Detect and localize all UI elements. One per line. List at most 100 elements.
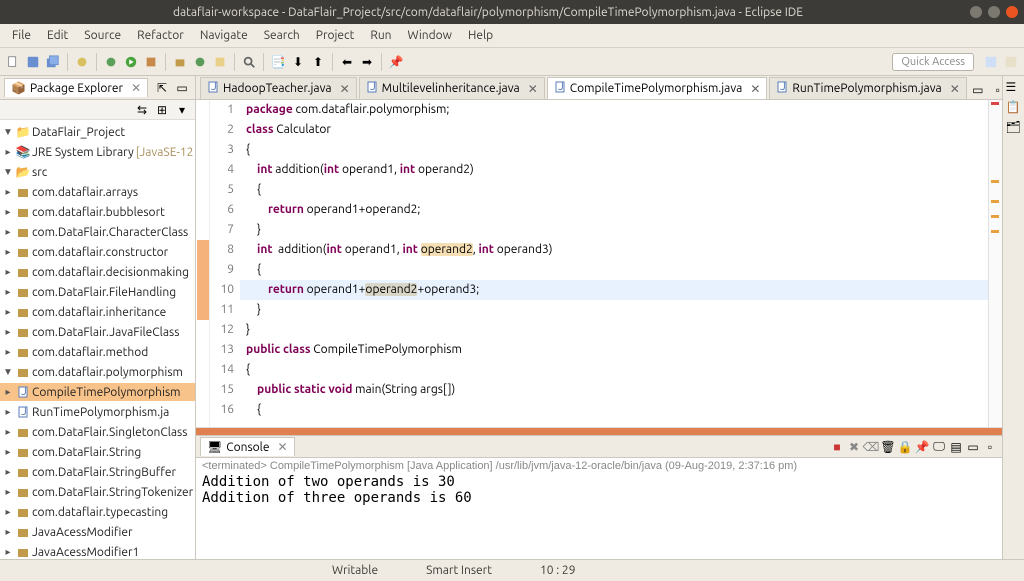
tree-item[interactable]: ▸com.DataFlair.String bbox=[0, 443, 195, 461]
close-icon[interactable]: ✕ bbox=[277, 440, 287, 454]
outline-button[interactable]: 🗂 bbox=[1006, 120, 1022, 136]
new-class-button[interactable] bbox=[191, 53, 209, 71]
new-button[interactable] bbox=[4, 53, 22, 71]
coverage-button[interactable] bbox=[142, 53, 160, 71]
overview-warn-marker[interactable] bbox=[991, 200, 999, 203]
prev-annotation-button[interactable]: ⬆ bbox=[309, 53, 327, 71]
task-list-button[interactable]: 📋 bbox=[1006, 100, 1022, 116]
link-editor-button[interactable]: ⇆ bbox=[133, 101, 151, 119]
back-button[interactable]: ⬅ bbox=[338, 53, 356, 71]
clear-console-button[interactable]: 🗑 bbox=[880, 439, 896, 455]
tree-item[interactable]: ▸JavaAcessModifier1 bbox=[0, 543, 195, 559]
editor-max-button[interactable]: ▭ bbox=[969, 81, 987, 99]
tree-item[interactable]: ▸com.dataflair.constructor bbox=[0, 243, 195, 261]
code-editor[interactable]: 12345678910111213141516 package com.data… bbox=[196, 100, 1002, 427]
editor-tab[interactable]: JCompileTimePolymorphism.java✕ bbox=[547, 77, 768, 99]
tree-item[interactable]: ▸com.DataFlair.StringTokenizer bbox=[0, 483, 195, 501]
open-console-button[interactable]: ▤ bbox=[948, 439, 964, 455]
horizontal-scrollbar[interactable] bbox=[196, 427, 1002, 435]
save-button[interactable] bbox=[24, 53, 42, 71]
overview-warn-marker[interactable] bbox=[991, 215, 999, 218]
editor-tab[interactable]: JHadoopTeacher.java✕ bbox=[200, 77, 357, 99]
tree-item[interactable]: ▸com.dataflair.method bbox=[0, 343, 195, 361]
tree-item[interactable]: ▸📚JRE System Library [JavaSE-12 bbox=[0, 143, 195, 161]
package-icon bbox=[16, 465, 30, 479]
project-icon: 📁 bbox=[16, 125, 30, 139]
debug-button[interactable] bbox=[102, 53, 120, 71]
tree-item[interactable]: ▸com.dataflair.typecasting bbox=[0, 503, 195, 521]
close-icon[interactable]: ✕ bbox=[528, 82, 538, 96]
menu-file[interactable]: File bbox=[4, 26, 39, 45]
forward-button[interactable]: ➡ bbox=[358, 53, 376, 71]
pin-button[interactable]: 📌 bbox=[387, 53, 405, 71]
package-explorer-tab[interactable]: 📦 Package Explorer ✕ bbox=[4, 78, 148, 97]
tree-item[interactable]: ▸com.DataFlair.StringBuffer bbox=[0, 463, 195, 481]
console-max-button[interactable]: ▫ bbox=[982, 439, 998, 455]
tree-item[interactable]: ▸JRunTimePolymorphism.ja bbox=[0, 403, 195, 421]
menu-help[interactable]: Help bbox=[460, 26, 501, 45]
tree-item[interactable]: ▼📁DataFlair_Project bbox=[0, 123, 195, 141]
tree-item[interactable]: ▸JCompileTimePolymorphism bbox=[0, 383, 195, 401]
tree-item[interactable]: ▸JavaAcessModifier bbox=[0, 523, 195, 541]
open-task-button[interactable] bbox=[211, 53, 229, 71]
window-minimize-button[interactable] bbox=[970, 6, 982, 18]
close-icon[interactable]: ✕ bbox=[340, 82, 350, 96]
new-package-button[interactable] bbox=[171, 53, 189, 71]
save-all-button[interactable] bbox=[44, 53, 62, 71]
quick-access-field[interactable]: Quick Access bbox=[892, 53, 974, 71]
menu-window[interactable]: Window bbox=[400, 26, 460, 45]
tree-item[interactable]: ▼com.dataflair.polymorphism bbox=[0, 363, 195, 381]
toggle-mark-button[interactable]: 📑 bbox=[269, 53, 287, 71]
close-icon[interactable]: ✕ bbox=[950, 82, 960, 96]
editor-tab[interactable]: JRunTimePolymorphism.java✕ bbox=[769, 77, 966, 99]
tree-item[interactable]: ▸com.DataFlair.JavaFileClass bbox=[0, 323, 195, 341]
overview-warn-marker[interactable] bbox=[991, 230, 999, 233]
window-close-button[interactable] bbox=[1006, 6, 1018, 18]
view-menu-button[interactable]: ▾ bbox=[173, 101, 191, 119]
overview-error-marker[interactable] bbox=[991, 102, 999, 105]
menu-source[interactable]: Source bbox=[76, 26, 129, 45]
tree-item[interactable]: ▸com.dataflair.bubblesort bbox=[0, 203, 195, 221]
code-content[interactable]: package com.dataflair.polymorphism;class… bbox=[240, 100, 988, 427]
menu-navigate[interactable]: Navigate bbox=[192, 26, 256, 45]
close-icon[interactable]: ✕ bbox=[131, 81, 141, 95]
menu-run[interactable]: Run bbox=[362, 26, 399, 45]
view-min-button[interactable]: ▭ bbox=[173, 79, 191, 97]
run-button[interactable] bbox=[122, 53, 140, 71]
editor-tab[interactable]: JMultilevelinheritance.java✕ bbox=[359, 77, 545, 99]
close-icon[interactable]: ✕ bbox=[750, 82, 760, 96]
next-annotation-button[interactable]: ⬇ bbox=[289, 53, 307, 71]
tree-item[interactable]: ▸com.DataFlair.SingletonClass bbox=[0, 423, 195, 441]
window-maximize-button[interactable] bbox=[988, 6, 1000, 18]
tree-item[interactable]: ▼📂src bbox=[0, 163, 195, 181]
menu-project[interactable]: Project bbox=[308, 26, 363, 45]
perspective-open-button[interactable] bbox=[1002, 53, 1020, 71]
search-button[interactable] bbox=[240, 53, 258, 71]
open-type-button[interactable] bbox=[73, 53, 91, 71]
outline-view-button[interactable]: ☰ bbox=[1006, 80, 1022, 96]
menu-edit[interactable]: Edit bbox=[39, 26, 76, 45]
console-output[interactable]: Addition of two operands is 30 Addition … bbox=[196, 474, 1002, 559]
tree-item[interactable]: ▸com.dataflair.decisionmaking bbox=[0, 263, 195, 281]
tree-item[interactable]: ▸com.DataFlair.CharacterClass bbox=[0, 223, 195, 241]
focus-button[interactable]: ⊞ bbox=[153, 101, 171, 119]
package-explorer-tree[interactable]: ▼📁DataFlair_Project ▸📚JRE System Library … bbox=[0, 120, 195, 559]
jfile-icon: J bbox=[16, 405, 30, 419]
console-tab[interactable]: 🖥 Console ✕ bbox=[200, 437, 295, 456]
remove-launch-button[interactable]: ✖ bbox=[846, 439, 862, 455]
overview-ruler[interactable] bbox=[988, 100, 1002, 427]
pin-console-button[interactable]: 📌 bbox=[914, 439, 930, 455]
perspective-java-button[interactable] bbox=[982, 53, 1000, 71]
terminate-button[interactable]: ■ bbox=[829, 439, 845, 455]
menu-search[interactable]: Search bbox=[256, 26, 308, 45]
tree-item[interactable]: ▸com.dataflair.inheritance bbox=[0, 303, 195, 321]
remove-all-button[interactable]: ⌫ bbox=[863, 439, 879, 455]
overview-warn-marker[interactable] bbox=[991, 180, 999, 183]
tree-item[interactable]: ▸com.dataflair.arrays bbox=[0, 183, 195, 201]
scroll-lock-button[interactable]: 🔒 bbox=[897, 439, 913, 455]
display-selected-button[interactable]: 🖵 bbox=[931, 439, 947, 455]
console-min-button[interactable]: ▭ bbox=[965, 439, 981, 455]
tree-item[interactable]: ▸com.DataFlair.FileHandling bbox=[0, 283, 195, 301]
menu-refactor[interactable]: Refactor bbox=[129, 26, 192, 45]
collapse-all-button[interactable]: ⇱ bbox=[153, 79, 171, 97]
